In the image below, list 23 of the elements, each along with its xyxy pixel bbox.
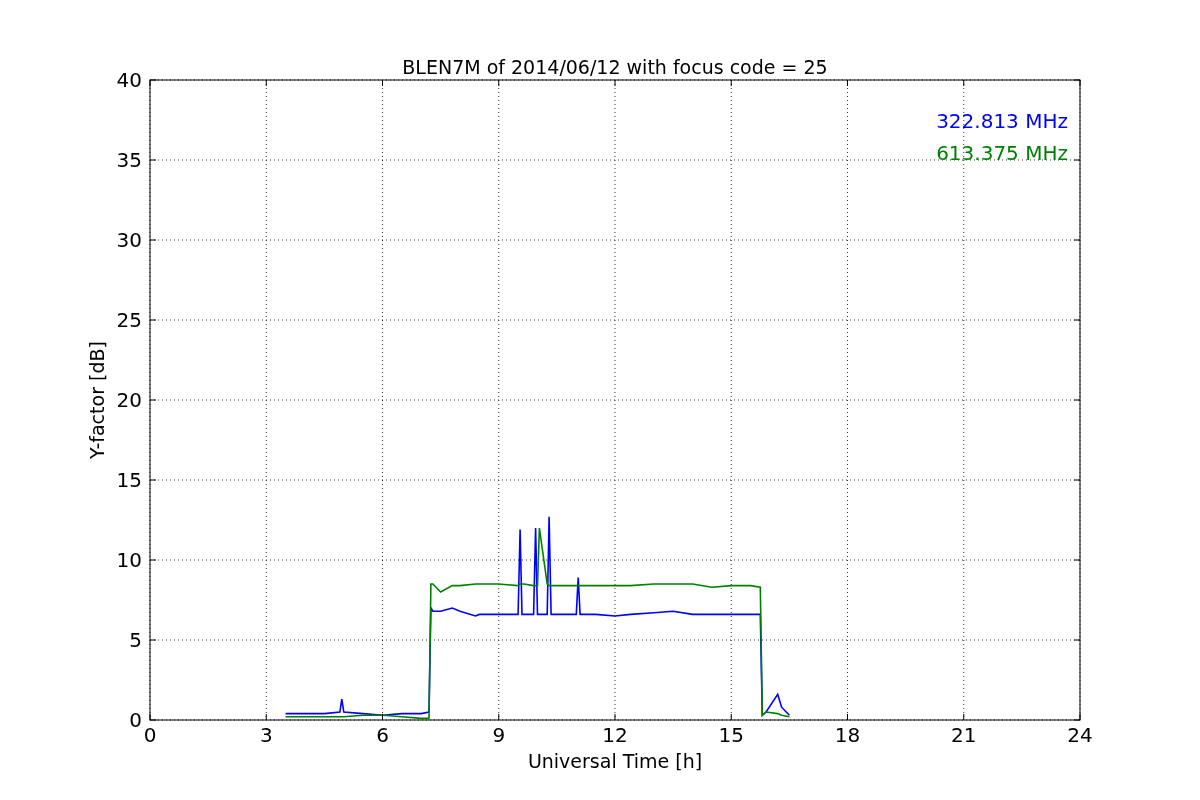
x-tick-label: 0 bbox=[143, 723, 157, 747]
x-axis-label: Universal Time [h] bbox=[527, 750, 703, 772]
legend-label: 613.375 MHz bbox=[936, 141, 1068, 165]
x-tick-label: 24 bbox=[1067, 723, 1093, 747]
x-tick-label: 12 bbox=[602, 723, 628, 747]
x-tick-label: 21 bbox=[951, 723, 977, 747]
y-tick-label: 5 bbox=[129, 628, 142, 652]
x-tick-label: 18 bbox=[834, 723, 861, 747]
y-tick-label: 15 bbox=[116, 468, 142, 492]
x-tick-label: 15 bbox=[718, 723, 744, 747]
x-tick-label: 3 bbox=[259, 723, 273, 747]
y-tick-label: 25 bbox=[116, 308, 142, 332]
x-tick-label: 6 bbox=[376, 723, 389, 747]
y-axis-label: Y-factor [dB] bbox=[86, 341, 108, 459]
x-tick-label: 9 bbox=[492, 723, 506, 747]
y-tick-label: 40 bbox=[116, 68, 142, 92]
y-tick-label: 35 bbox=[116, 148, 142, 172]
y-tick-label: 0 bbox=[129, 708, 142, 732]
chart-title: BLEN7M of 2014/06/12 with focus code = 25 bbox=[402, 56, 828, 78]
legend-label: 322.813 MHz bbox=[936, 109, 1068, 133]
y-tick-label: 20 bbox=[116, 388, 142, 412]
y-tick-label: 30 bbox=[116, 228, 142, 252]
y-tick-label: 10 bbox=[116, 548, 142, 572]
